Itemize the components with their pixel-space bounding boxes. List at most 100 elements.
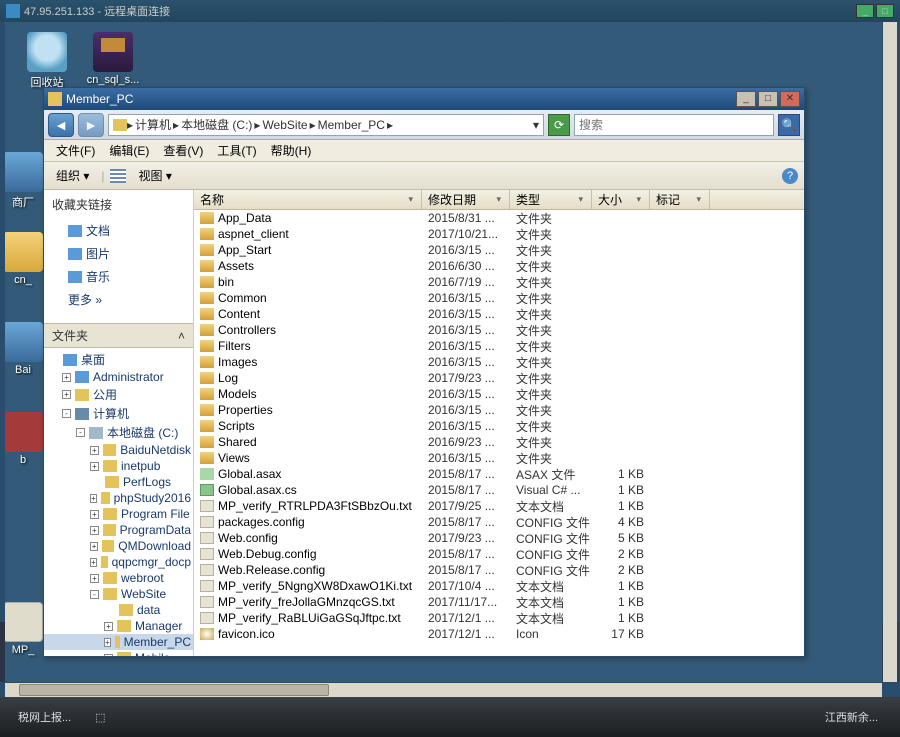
tree-node[interactable]: data [44, 602, 193, 618]
file-row[interactable]: Models2016/3/15 ...文件夹 [194, 386, 804, 402]
explorer-titlebar[interactable]: Member_PC _ □ ✕ [44, 88, 804, 110]
file-row[interactable]: MP_verify_RTRLPDA3FtSBbzOu.txt2017/9/25 … [194, 498, 804, 514]
maximize-button[interactable]: □ [758, 91, 778, 107]
forward-button[interactable]: ► [78, 113, 104, 137]
file-row[interactable]: Content2016/3/15 ...文件夹 [194, 306, 804, 322]
file-row[interactable]: Common2016/3/15 ...文件夹 [194, 290, 804, 306]
scrollbar-thumb[interactable] [19, 684, 329, 696]
tree-node[interactable]: +BaiduNetdisk [44, 442, 193, 458]
rdp-min-button[interactable]: _ [856, 4, 874, 18]
breadcrumb-segment[interactable]: 本地磁盘 (C:) [179, 116, 254, 133]
menu-item[interactable]: 工具(T) [211, 140, 262, 161]
file-row[interactable]: favicon.ico2017/12/1 ...Icon17 KB [194, 626, 804, 642]
file-row[interactable]: App_Start2016/3/15 ...文件夹 [194, 242, 804, 258]
file-row[interactable]: Controllers2016/3/15 ...文件夹 [194, 322, 804, 338]
tree-expander[interactable]: + [104, 638, 111, 647]
tree-node[interactable]: 桌面 [44, 350, 193, 369]
file-row[interactable]: MP_verify_5NgngXW8DxawO1Ki.txt2017/10/4 … [194, 578, 804, 594]
favorite-link[interactable]: 文档 [44, 219, 193, 242]
file-row[interactable]: aspnet_client2017/10/21...文件夹 [194, 226, 804, 242]
views-button[interactable]: 视图 ▾ [132, 165, 177, 186]
close-button[interactable]: ✕ [780, 91, 800, 107]
file-row[interactable]: Shared2016/9/23 ...文件夹 [194, 434, 804, 450]
tree-expander[interactable]: - [90, 590, 99, 599]
column-tag[interactable]: 标记▾ [650, 190, 710, 209]
search-input[interactable] [574, 114, 774, 136]
menu-item[interactable]: 文件(F) [50, 140, 101, 161]
tree-expander[interactable]: + [90, 510, 99, 519]
help-button[interactable]: ? [782, 168, 798, 184]
file-row[interactable]: Scripts2016/3/15 ...文件夹 [194, 418, 804, 434]
tree-node[interactable]: +webroot [44, 570, 193, 586]
tree-node[interactable]: +Manager [44, 618, 193, 634]
tree-node[interactable]: -WebSite [44, 586, 193, 602]
menu-item[interactable]: 编辑(E) [103, 140, 155, 161]
tree-expander[interactable]: + [90, 462, 99, 471]
file-row[interactable]: Images2016/3/15 ...文件夹 [194, 354, 804, 370]
tree-expander[interactable]: + [62, 390, 71, 399]
rdp-horizontal-scrollbar[interactable] [5, 683, 882, 697]
tree-node[interactable]: +ProgramData [44, 522, 193, 538]
tree-node[interactable]: +phpStudy2016 [44, 490, 193, 506]
sort-icon[interactable]: ▾ [406, 194, 415, 205]
file-row[interactable]: Global.asax.cs2015/8/17 ...Visual C# ...… [194, 482, 804, 498]
file-row[interactable]: MP_verify_freJollaGMnzqcGS.txt2017/11/17… [194, 594, 804, 610]
search-button[interactable]: 🔍 [778, 114, 800, 136]
file-row[interactable]: packages.config2015/8/17 ...CONFIG 文件4 K… [194, 514, 804, 530]
file-row[interactable]: Assets2016/6/30 ...文件夹 [194, 258, 804, 274]
minimize-button[interactable]: _ [736, 91, 756, 107]
file-row[interactable]: Filters2016/3/15 ...文件夹 [194, 338, 804, 354]
refresh-button[interactable]: ⟳ [548, 114, 570, 136]
tree-expander[interactable]: - [62, 409, 71, 418]
breadcrumb-segment[interactable]: 计算机 [133, 116, 173, 133]
tree-node[interactable]: +QMDownload [44, 538, 193, 554]
file-row[interactable]: Web.Release.config2015/8/17 ...CONFIG 文件… [194, 562, 804, 578]
tree-node[interactable]: +Mobile [44, 650, 193, 656]
taskbar-item[interactable]: ⬚ [85, 707, 115, 728]
rdp-vertical-scrollbar[interactable] [883, 22, 897, 682]
tree-expander[interactable]: + [90, 526, 99, 535]
tree-expander[interactable]: + [62, 373, 71, 382]
column-type[interactable]: 类型▾ [510, 190, 592, 209]
tree-expander[interactable]: + [104, 622, 113, 631]
tree-node[interactable]: +Member_PC [44, 634, 193, 650]
tree-node[interactable]: +inetpub [44, 458, 193, 474]
address-field[interactable]: ▸ 计算机 ▸ 本地磁盘 (C:) ▸ WebSite ▸ Member_PC … [108, 114, 544, 136]
file-row[interactable]: Web.config2017/9/23 ...CONFIG 文件5 KB [194, 530, 804, 546]
file-row[interactable]: App_Data2015/8/31 ...文件夹 [194, 210, 804, 226]
tree-node[interactable]: -计算机 [44, 404, 193, 423]
file-row[interactable]: bin2016/7/19 ...文件夹 [194, 274, 804, 290]
tree-expander[interactable]: - [76, 428, 85, 437]
favorites-more[interactable]: 更多 » [44, 288, 193, 311]
favorite-link[interactable]: 图片 [44, 242, 193, 265]
column-name[interactable]: 名称▾ [194, 190, 422, 209]
column-date[interactable]: 修改日期▾ [422, 190, 510, 209]
tree-expander[interactable]: + [90, 558, 97, 567]
file-row[interactable]: Log2017/9/23 ...文件夹 [194, 370, 804, 386]
rar-file-icon[interactable]: cn_sql_s... [81, 32, 145, 86]
tree-expander[interactable]: + [90, 542, 98, 551]
file-row[interactable]: Global.asax2015/8/17 ...ASAX 文件1 KB [194, 466, 804, 482]
tree-expander[interactable]: + [104, 654, 113, 657]
menu-item[interactable]: 查看(V) [157, 140, 209, 161]
favorite-link[interactable]: 音乐 [44, 265, 193, 288]
breadcrumb-segment[interactable]: WebSite [260, 118, 309, 132]
file-row[interactable]: MP_verify_RaBLUiGaGSqJftpc.txt2017/12/1 … [194, 610, 804, 626]
tree-node[interactable]: -本地磁盘 (C:) [44, 423, 193, 442]
folders-header[interactable]: 文件夹 ˄ [44, 323, 193, 348]
tree-node[interactable]: +Administrator [44, 369, 193, 385]
tree-expander[interactable]: + [90, 574, 99, 583]
tree-node[interactable]: +qqpcmgr_docp [44, 554, 193, 570]
tree-expander[interactable]: + [90, 494, 97, 503]
tree-expander[interactable]: + [90, 446, 99, 455]
recycle-bin-icon[interactable]: 回收站 [15, 32, 79, 90]
organize-button[interactable]: 组织 ▾ [50, 165, 95, 186]
file-row[interactable]: Web.Debug.config2015/8/17 ...CONFIG 文件2 … [194, 546, 804, 562]
rdp-max-button[interactable]: □ [876, 4, 894, 18]
tree-node[interactable]: +Program File [44, 506, 193, 522]
file-row[interactable]: Views2016/3/15 ...文件夹 [194, 450, 804, 466]
menu-item[interactable]: 帮助(H) [265, 140, 318, 161]
tree-node[interactable]: +公用 [44, 385, 193, 404]
taskbar-item-right[interactable]: 江西新余... [815, 705, 888, 729]
taskbar-item[interactable]: 税网上报... [8, 705, 81, 729]
